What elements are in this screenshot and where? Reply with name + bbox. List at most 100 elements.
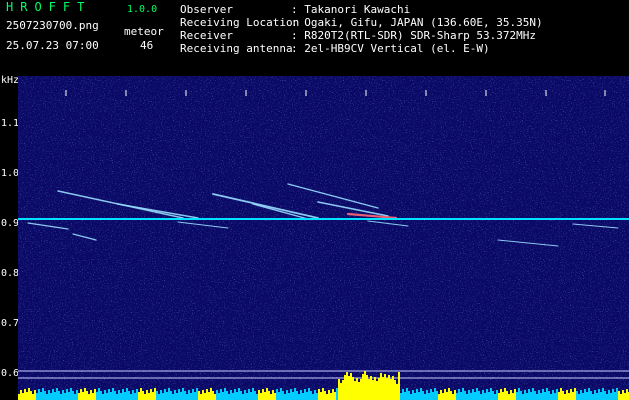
- level-bar: [152, 392, 154, 400]
- level-bar: [502, 392, 504, 400]
- y-tick-label: 1.1: [1, 118, 20, 129]
- level-bar: [282, 391, 284, 400]
- level-bar: [334, 392, 336, 400]
- level-bar: [180, 392, 182, 400]
- level-bar: [168, 388, 170, 400]
- level-bar: [378, 378, 380, 400]
- level-bar: [226, 391, 228, 400]
- level-bar: [222, 392, 224, 400]
- level-bar: [364, 371, 366, 400]
- level-bar: [348, 376, 350, 400]
- level-bar: [310, 391, 312, 400]
- level-bar: [280, 388, 282, 400]
- y-tick-label: 0.9: [1, 218, 20, 229]
- level-bar: [46, 394, 48, 400]
- level-bar: [540, 393, 542, 400]
- level-bar: [86, 391, 88, 400]
- app-logo: HROFFT: [6, 0, 92, 14]
- info-label-receiver: Receiver: [180, 29, 233, 42]
- level-bar: [266, 388, 268, 400]
- level-bar: [580, 390, 582, 400]
- level-bar: [56, 388, 58, 400]
- level-bar: [508, 394, 510, 400]
- y-tick-label: 1.0: [1, 168, 20, 179]
- level-bar: [444, 389, 446, 400]
- level-bar: [434, 388, 436, 400]
- level-bar: [468, 390, 470, 400]
- level-bar: [548, 391, 550, 400]
- level-bar: [166, 392, 168, 400]
- level-bar: [452, 394, 454, 400]
- level-bar: [338, 379, 340, 400]
- level-bar: [554, 393, 556, 400]
- y-axis-unit: kHz: [1, 75, 20, 86]
- level-bar: [142, 391, 144, 400]
- level-bar: [170, 391, 172, 400]
- level-bar: [130, 394, 132, 400]
- level-bar: [324, 391, 326, 400]
- level-bar: [362, 374, 364, 400]
- level-bar: [30, 391, 32, 400]
- level-bar: [188, 390, 190, 400]
- level-bar: [82, 392, 84, 400]
- level-bar: [404, 392, 406, 400]
- level-bar: [586, 392, 588, 400]
- level-bar: [572, 392, 574, 400]
- level-bar: [242, 394, 244, 400]
- level-bar: [374, 377, 376, 400]
- level-bar: [574, 388, 576, 400]
- level-bar: [498, 393, 500, 400]
- level-bar: [482, 390, 484, 400]
- level-bar: [174, 390, 176, 400]
- level-bar: [312, 394, 314, 400]
- level-bar: [190, 393, 192, 400]
- level-bar: [298, 394, 300, 400]
- level-bar: [384, 374, 386, 400]
- level-bar: [40, 392, 42, 400]
- level-bar: [380, 373, 382, 400]
- level-bar: [124, 392, 126, 400]
- level-bar: [254, 391, 256, 400]
- level-bar: [558, 392, 560, 400]
- level-bar: [418, 392, 420, 400]
- level-bar: [330, 393, 332, 400]
- level-bar: [290, 389, 292, 400]
- level-bar: [490, 388, 492, 400]
- level-bar: [94, 389, 96, 400]
- level-bar: [258, 390, 260, 400]
- level-bar: [462, 388, 464, 400]
- level-bar: [54, 392, 56, 400]
- level-bar: [136, 389, 138, 400]
- level-bar: [376, 381, 378, 400]
- level-bar: [208, 392, 210, 400]
- level-bar: [350, 373, 352, 400]
- level-bar: [102, 394, 104, 400]
- level-bar: [224, 388, 226, 400]
- y-tick-label: 0.7: [1, 318, 20, 329]
- level-bar: [366, 375, 368, 400]
- level-bar: [68, 392, 70, 400]
- level-bar: [308, 388, 310, 400]
- level-bar: [186, 394, 188, 400]
- level-bar: [598, 389, 600, 400]
- level-bar: [524, 390, 526, 400]
- level-bar: [336, 388, 338, 400]
- level-bar: [198, 391, 200, 400]
- level-bar: [450, 391, 452, 400]
- level-bar: [62, 390, 64, 400]
- level-bar: [228, 394, 230, 400]
- level-bar: [458, 389, 460, 400]
- level-bar: [256, 394, 258, 400]
- level-bar: [588, 388, 590, 400]
- level-bar: [202, 390, 204, 400]
- level-bar: [550, 394, 552, 400]
- level-bar: [400, 393, 402, 400]
- level-bar: [306, 392, 308, 400]
- level-bar: [466, 394, 468, 400]
- level-bar: [474, 392, 476, 400]
- level-bar: [446, 392, 448, 400]
- level-bar: [604, 391, 606, 400]
- level-bar: [52, 389, 54, 400]
- level-bar: [472, 389, 474, 400]
- level-bar: [304, 389, 306, 400]
